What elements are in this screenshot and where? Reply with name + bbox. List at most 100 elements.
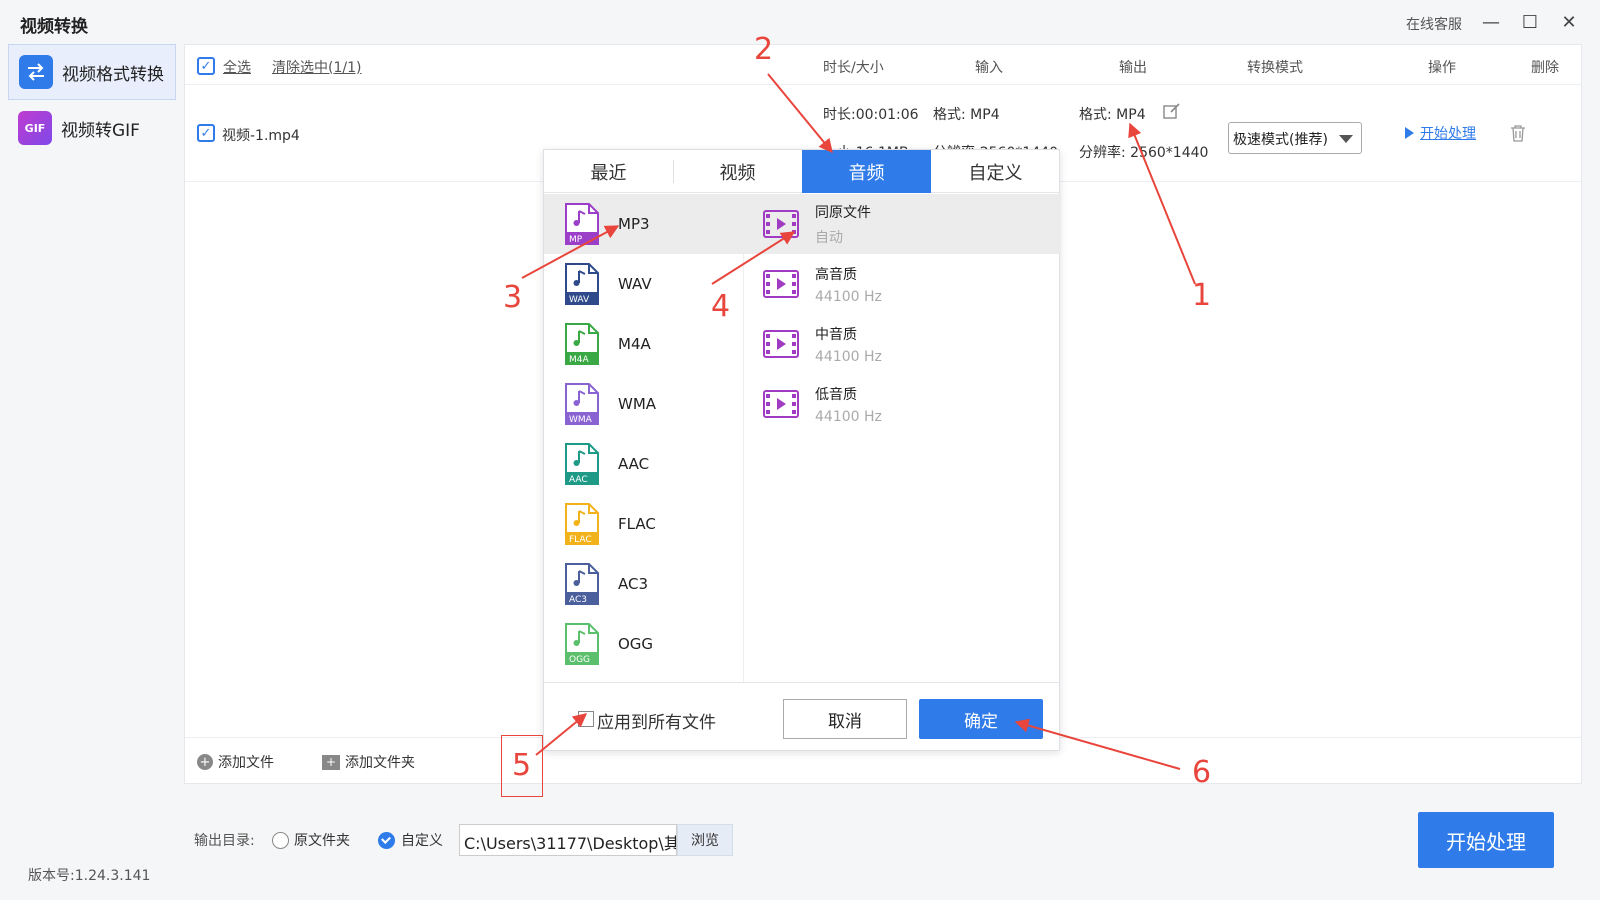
audio-file-icon: AC3 xyxy=(565,563,599,605)
conversion-mode-select[interactable]: 极速模式(推荐) xyxy=(1228,122,1362,154)
file-name: 视频-1.mp4 xyxy=(222,128,300,144)
add-file-button[interactable]: + 添加文件 xyxy=(197,752,274,772)
annotation-number-6: 6 xyxy=(1192,755,1212,790)
add-folder-icon: + xyxy=(322,754,340,770)
quality-sample-rate: 44100 Hz xyxy=(815,408,882,425)
tab-video[interactable]: 视频 xyxy=(673,150,802,193)
format-icon-text: AAC xyxy=(569,475,588,485)
quality-item[interactable]: 高音质 44100 Hz xyxy=(743,254,1061,314)
quality-item[interactable]: 同原文件 自动 xyxy=(743,194,1061,254)
version-label: 版本号:1.24.3.141 xyxy=(28,868,151,884)
add-circle-icon: + xyxy=(197,754,213,770)
annotation-number-2: 2 xyxy=(754,32,774,67)
format-label: AC3 xyxy=(618,575,649,593)
column-action: 操作 xyxy=(1428,60,1456,76)
format-icon-text: FLAC xyxy=(569,535,592,545)
format-icon-text: WAV xyxy=(569,295,590,305)
column-delete: 删除 xyxy=(1531,60,1559,76)
quality-sample-rate: 44100 Hz xyxy=(815,288,882,305)
column-input: 输入 xyxy=(975,60,1003,76)
edit-icon[interactable] xyxy=(1163,102,1181,124)
format-icon-text: AC3 xyxy=(569,595,587,605)
maximize-icon[interactable]: ☐ xyxy=(1519,11,1541,33)
chevron-down-icon xyxy=(1339,135,1353,143)
tab-recent[interactable]: 最近 xyxy=(544,150,673,193)
tab-audio[interactable]: 音频 xyxy=(802,150,931,193)
app-title: 视频转换 xyxy=(20,17,88,37)
format-tabs: 最近 视频 音频 自定义 xyxy=(544,150,1059,193)
quality-text: 同原文件 自动 xyxy=(815,202,871,247)
format-item[interactable]: FLAC FLAC xyxy=(544,494,743,554)
audio-file-icon: WMA xyxy=(565,383,599,425)
custom-folder-label[interactable]: 自定义 xyxy=(401,830,443,850)
format-item[interactable]: MP MP3 xyxy=(544,194,743,254)
start-processing-button[interactable]: 开始处理 xyxy=(1418,812,1554,868)
sidebar-item-label: 视频转GIF xyxy=(61,120,140,141)
close-icon[interactable]: ✕ xyxy=(1558,11,1580,33)
output-resolution: 分辨率: 2560*1440 xyxy=(1079,145,1209,161)
select-all-label[interactable]: 全选 xyxy=(223,57,251,77)
radio-original-folder[interactable] xyxy=(272,832,289,849)
file-duration: 时长:00:01:06 xyxy=(823,107,919,123)
format-item[interactable]: AAC AAC xyxy=(544,434,743,494)
video-film-icon xyxy=(763,270,799,298)
row-checkbox[interactable]: ✓ xyxy=(197,124,215,142)
apply-to-all-label[interactable]: 应用到所有文件 xyxy=(597,708,716,733)
quality-item[interactable]: 中音质 44100 Hz xyxy=(743,314,1061,374)
audio-file-icon: FLAC xyxy=(565,503,599,545)
output-directory-label: 输出目录: xyxy=(194,833,255,849)
quality-name: 中音质 xyxy=(815,326,857,343)
confirm-button[interactable]: 确定 xyxy=(919,699,1043,739)
row-start-processing-link[interactable]: 开始处理 xyxy=(1405,123,1476,143)
sidebar-item-video-to-gif[interactable]: GIF 视频转GIF xyxy=(8,100,176,156)
input-format: 格式: MP4 xyxy=(933,107,1000,123)
annotation-number-4: 4 xyxy=(711,289,731,324)
format-label: WMA xyxy=(618,395,657,413)
video-film-icon xyxy=(763,210,799,238)
annotation-number-5: 5 xyxy=(512,748,532,783)
format-item[interactable]: WMA WMA xyxy=(544,374,743,434)
add-file-label: 添加文件 xyxy=(218,755,274,771)
audio-file-icon: M4A xyxy=(565,323,599,365)
online-support-link[interactable]: 在线客服 xyxy=(1406,14,1462,34)
clear-selection-link[interactable]: 清除选中(1/1) xyxy=(272,57,361,77)
format-icon-text: M4A xyxy=(569,355,589,365)
format-label: M4A xyxy=(618,335,651,353)
sidebar-item-video-format-convert[interactable]: 视频格式转换 xyxy=(8,44,176,100)
quality-text: 中音质 44100 Hz xyxy=(815,324,882,365)
format-item[interactable]: OGG OGG xyxy=(544,614,743,674)
video-film-icon xyxy=(763,390,799,418)
format-item[interactable]: AC3 AC3 xyxy=(544,554,743,614)
table-header: ✓ 全选 清除选中(1/1) 时长/大小 输入 输出 转换模式 操作 删除 xyxy=(185,45,1581,85)
trash-icon[interactable] xyxy=(1510,124,1526,142)
format-label: OGG xyxy=(618,635,654,653)
cancel-button[interactable]: 取消 xyxy=(783,699,907,739)
quality-item[interactable]: 低音质 44100 Hz xyxy=(743,374,1061,434)
format-icon-text: WMA xyxy=(569,415,593,425)
add-folder-label: 添加文件夹 xyxy=(345,755,415,771)
format-label: AAC xyxy=(618,455,650,473)
original-folder-label[interactable]: 原文件夹 xyxy=(294,830,350,850)
play-icon xyxy=(1405,127,1414,139)
quality-text: 高音质 44100 Hz xyxy=(815,264,882,305)
quality-sample-rate: 自动 xyxy=(815,229,843,246)
apply-to-all-checkbox[interactable] xyxy=(578,711,594,727)
browse-button[interactable]: 浏览 xyxy=(677,824,733,856)
audio-file-icon: MP xyxy=(565,203,599,245)
add-folder-button[interactable]: + 添加文件夹 xyxy=(322,752,415,772)
minimize-icon[interactable]: — xyxy=(1480,11,1502,33)
column-output: 输出 xyxy=(1119,60,1147,76)
output-path-field[interactable]: C:\Users\31177\Desktop\其他 xyxy=(459,824,677,856)
tab-custom[interactable]: 自定义 xyxy=(931,150,1060,193)
format-label: WAV xyxy=(618,275,652,293)
annotation-number-3: 3 xyxy=(503,280,523,315)
mode-value: 极速模式(推荐) xyxy=(1233,132,1328,148)
quality-sample-rate: 44100 Hz xyxy=(815,348,882,365)
column-mode: 转换模式 xyxy=(1247,60,1303,76)
select-all-checkbox[interactable]: ✓ xyxy=(197,57,215,75)
quality-name: 低音质 xyxy=(815,386,857,403)
annotation-number-1: 1 xyxy=(1192,278,1212,313)
format-icon-text: OGG xyxy=(569,655,590,665)
format-label: MP3 xyxy=(618,215,650,233)
radio-custom-folder[interactable] xyxy=(378,832,395,849)
